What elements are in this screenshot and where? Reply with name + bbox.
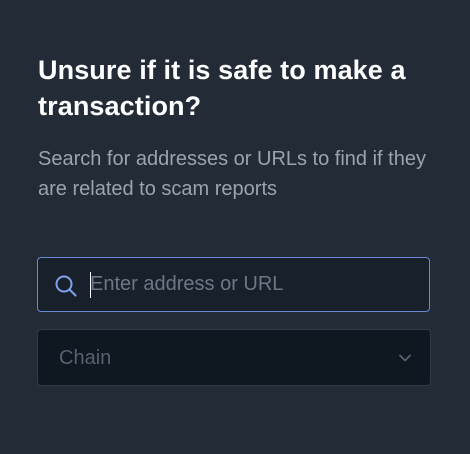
page-title: Unsure if it is safe to make a transacti… xyxy=(38,55,406,121)
page-subtitle: Search for addresses or URLs to find if … xyxy=(38,148,426,200)
search-field[interactable] xyxy=(37,257,430,312)
chain-select[interactable]: Chain xyxy=(37,329,431,386)
search-icon xyxy=(54,274,78,298)
text-caret xyxy=(90,272,91,298)
scam-check-panel: Unsure if it is safe to make a transacti… xyxy=(0,0,470,454)
chain-select-label: Chain xyxy=(59,347,112,369)
search-input[interactable] xyxy=(90,258,420,311)
chevron-down-icon xyxy=(398,351,412,365)
